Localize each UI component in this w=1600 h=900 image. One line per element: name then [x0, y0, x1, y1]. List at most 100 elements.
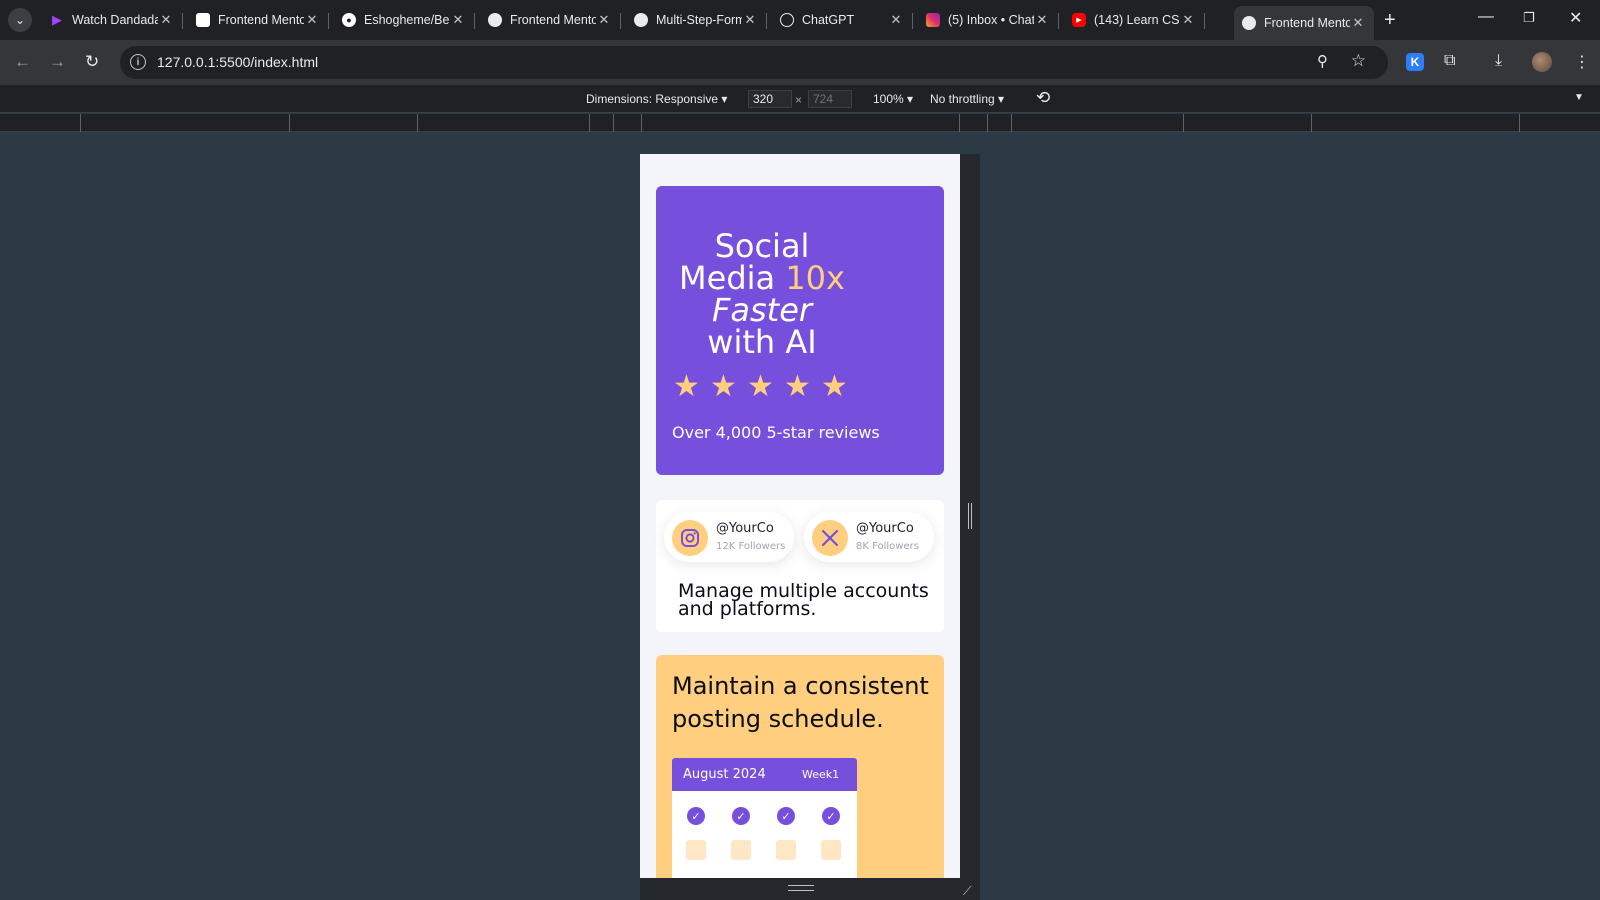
- account-chip: @YourCo 12K Followers: [664, 512, 794, 562]
- close-icon[interactable]: ✕: [888, 12, 904, 28]
- globe-icon: [488, 13, 502, 27]
- tab-search-button[interactable]: ⌄: [8, 8, 32, 32]
- account-followers: 12K Followers: [716, 541, 786, 552]
- throttling-select[interactable]: No throttling ▾: [930, 92, 1004, 106]
- chatgpt-icon: [780, 13, 794, 27]
- bookmark-star-icon[interactable]: ☆: [1351, 51, 1366, 71]
- zoom-value: 100%: [873, 92, 904, 106]
- resize-handle-right[interactable]: [968, 503, 972, 529]
- close-icon[interactable]: ✕: [158, 12, 174, 28]
- restore-button[interactable]: ❐: [1523, 10, 1535, 26]
- calendar-slot: [686, 840, 706, 860]
- account-handle: @YourCo: [716, 521, 774, 536]
- tab-1[interactable]: ▶ Watch Dandadan ✕: [42, 6, 183, 34]
- accounts-heading: Manage multiple accounts and platforms.: [678, 580, 929, 620]
- close-icon[interactable]: ✕: [1180, 12, 1196, 28]
- tab-8[interactable]: ▶ (143) Learn CSS ✕: [1064, 6, 1205, 34]
- hero-card: Social Media 10x Faster with AI ★ ★ ★ ★ ★ Ov…: [656, 186, 944, 475]
- account-handle: @YourCo: [856, 521, 914, 536]
- close-icon[interactable]: ✕: [596, 12, 612, 28]
- url-text[interactable]: 127.0.0.1:5500/index.html: [157, 54, 318, 70]
- close-window-button[interactable]: ✕: [1569, 8, 1582, 28]
- close-icon[interactable]: ✕: [1350, 15, 1366, 31]
- star-icon: ★: [784, 369, 811, 404]
- tab-5[interactable]: Multi-Step-Form ✕: [626, 6, 767, 34]
- accounts-card: @YourCo 12K Followers @YourCo 8K Followe…: [656, 500, 944, 632]
- tab-2[interactable]: Frontend Mentor ✕: [188, 6, 329, 34]
- instagram-icon: [672, 520, 708, 556]
- account-followers: 8K Followers: [856, 541, 919, 552]
- dimensions-select[interactable]: Dimensions: Responsive ▾: [586, 92, 727, 106]
- zoom-icon[interactable]: ⚲: [1317, 52, 1328, 70]
- device-toolbar: Dimensions: Responsive ▾ 320 × 724 100% …: [0, 85, 1600, 113]
- tab-title: Frontend Mentor: [218, 13, 304, 27]
- browser-toolbar: ← → ↻ i 127.0.0.1:5500/index.html ⚲ ☆ K …: [0, 40, 1600, 85]
- globe-icon: [634, 13, 648, 27]
- menu-dots-icon[interactable]: ⋮: [1574, 52, 1590, 72]
- device-viewport: Social Media 10x Faster with AI ★ ★ ★ ★ ★ Ov…: [640, 154, 960, 878]
- profile-avatar[interactable]: [1532, 52, 1552, 72]
- throttling-value: No throttling: [930, 92, 995, 106]
- star-icon: ★: [673, 369, 700, 404]
- tab-3[interactable]: ● Eshogheme/Bento ✕: [334, 6, 475, 34]
- tab-4[interactable]: Frontend Mentor ✕: [480, 6, 621, 34]
- resize-handle-corner[interactable]: ⟋: [963, 884, 971, 899]
- calendar-header: August 2024 Week1: [672, 758, 857, 791]
- calendar-slot: [821, 840, 841, 860]
- star-icon: ★: [747, 369, 774, 404]
- tab-7[interactable]: (5) Inbox • Chats ✕: [918, 6, 1059, 34]
- star-rating: ★ ★ ★ ★ ★: [672, 372, 849, 402]
- close-icon[interactable]: ✕: [742, 12, 758, 28]
- tab-9-active[interactable]: Frontend Mentor ✕: [1234, 6, 1374, 40]
- tab-title: Frontend Mentor: [1264, 16, 1350, 30]
- tab-title: Frontend Mentor: [510, 13, 596, 27]
- chevron-down-icon: ⌄: [14, 13, 26, 27]
- extension-k-icon[interactable]: K: [1406, 53, 1424, 71]
- check-icon: ✓: [822, 807, 840, 825]
- extensions-puzzle-icon[interactable]: ⧉: [1444, 52, 1455, 70]
- media-query-ruler: [0, 114, 1600, 132]
- close-icon[interactable]: ✕: [450, 12, 466, 28]
- new-tab-button[interactable]: +: [1384, 9, 1396, 32]
- schedule-card: Maintain a consistent posting schedule. …: [656, 655, 944, 878]
- star-icon: ★: [821, 369, 848, 404]
- calendar-month: August 2024: [683, 767, 766, 782]
- width-input[interactable]: 320: [748, 90, 792, 108]
- instagram-icon: [926, 13, 940, 27]
- forward-button[interactable]: →: [49, 52, 66, 72]
- frontend-mentor-icon: [196, 13, 210, 27]
- more-options-icon[interactable]: ▼: [1574, 92, 1584, 103]
- tab-title: Multi-Step-Form: [656, 13, 742, 27]
- rotate-icon[interactable]: ⟲: [1036, 88, 1050, 108]
- close-icon[interactable]: ✕: [1034, 12, 1050, 28]
- back-button[interactable]: ←: [14, 52, 31, 72]
- check-icon: ✓: [687, 807, 705, 825]
- times-icon: ×: [795, 93, 803, 107]
- address-bar[interactable]: i 127.0.0.1:5500/index.html ⚲ ☆: [120, 46, 1388, 79]
- check-icon: ✓: [777, 807, 795, 825]
- hero-title: Social Media 10x Faster with AI: [656, 230, 868, 358]
- resize-handle-bottom[interactable]: [788, 885, 814, 891]
- tab-title: Eshogheme/Bento: [364, 13, 450, 27]
- dimensions-label: Dimensions: Responsive: [586, 92, 719, 106]
- check-icon: ✓: [732, 807, 750, 825]
- download-icon[interactable]: ⤓: [1495, 52, 1502, 70]
- reload-button[interactable]: ↻: [85, 52, 99, 72]
- calendar-slot: [776, 840, 796, 860]
- tab-title: (143) Learn CSS: [1094, 13, 1180, 27]
- close-icon[interactable]: ✕: [304, 12, 320, 28]
- globe-icon: [1242, 16, 1256, 30]
- schedule-heading: Maintain a consistent posting schedule.: [672, 672, 929, 733]
- zoom-select[interactable]: 100% ▾: [873, 92, 913, 106]
- calendar-widget: August 2024 Week1 ✓ ✓ ✓ ✓: [672, 758, 857, 878]
- site-info-icon[interactable]: i: [130, 54, 146, 70]
- tab-6[interactable]: ChatGPT ✕: [772, 6, 913, 34]
- x-icon: [812, 520, 848, 556]
- reviews-text: Over 4,000 5-star reviews: [672, 423, 880, 442]
- height-input[interactable]: 724: [808, 90, 852, 108]
- minimize-button[interactable]: —: [1478, 8, 1494, 26]
- tab-title: ChatGPT: [802, 13, 855, 27]
- calendar-week: Week1: [802, 768, 840, 781]
- tab-strip: ⌄ ▶ Watch Dandadan ✕ Frontend Mentor ✕ ●…: [0, 0, 1600, 40]
- youtube-icon: ▶: [1072, 13, 1086, 27]
